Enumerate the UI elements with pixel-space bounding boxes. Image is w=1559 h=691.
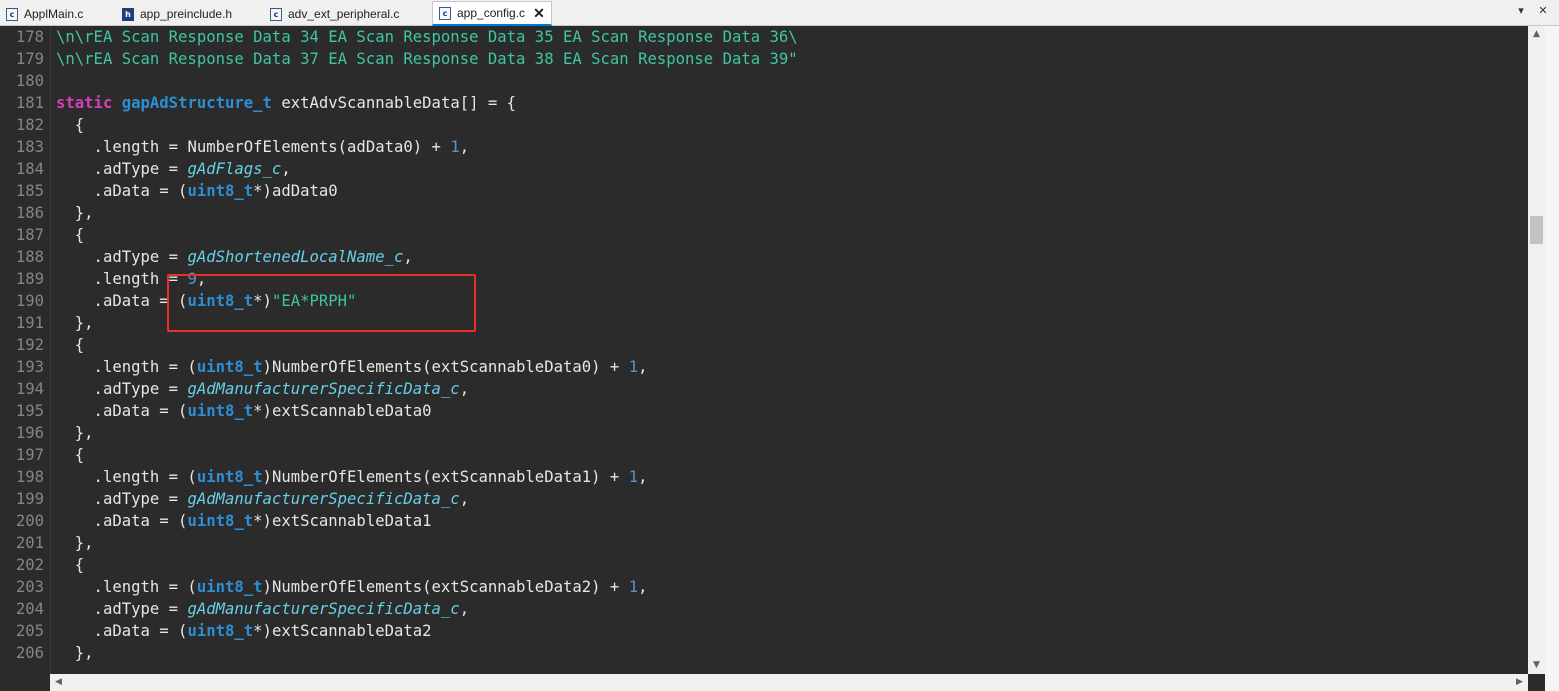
line-number: 200 xyxy=(15,512,44,530)
right-margin-strip xyxy=(1545,26,1559,691)
code-line-184: .adType = gAdFlags_c, xyxy=(56,160,291,178)
tab-list-dropdown-icon[interactable]: ▾ xyxy=(1514,4,1528,17)
line-number: 185 xyxy=(15,182,44,200)
code-line-192: { xyxy=(56,336,85,354)
tab-label: ApplMain.c xyxy=(24,7,84,21)
close-tab-icon[interactable]: ✕ xyxy=(533,5,545,22)
scrollbar-thumb[interactable] xyxy=(1530,216,1543,244)
line-number: 180 xyxy=(15,72,44,90)
code-line-202: { xyxy=(56,556,85,574)
code-editor[interactable]: 178 179 180 181 182 183 184 185 186 187 … xyxy=(0,26,1528,674)
line-number: 197 xyxy=(15,446,44,464)
code-line-199: .adType = gAdManufacturerSpecificData_c, xyxy=(56,490,470,508)
line-number: 191 xyxy=(15,314,44,332)
code-line-182: { xyxy=(56,116,85,134)
scroll-up-icon[interactable]: ▲ xyxy=(1528,26,1545,43)
code-line-201: }, xyxy=(56,534,94,552)
line-number: 196 xyxy=(15,424,44,442)
gutter-divider xyxy=(50,26,51,674)
code-line-204: .adType = gAdManufacturerSpecificData_c, xyxy=(56,600,470,618)
code-line-194: .adType = gAdManufacturerSpecificData_c, xyxy=(56,380,470,398)
code-line-203: .length = (uint8_t)NumberOfElements(extS… xyxy=(56,578,648,596)
vertical-scrollbar[interactable]: ▲ ▼ xyxy=(1528,26,1545,674)
scroll-left-icon[interactable]: ◀ xyxy=(50,674,67,691)
code-line-205: .aData = (uint8_t*)extScannableData2 xyxy=(56,622,432,640)
code-line-178: \n\rEA Scan Response Data 34 EA Scan Res… xyxy=(56,28,798,46)
close-editor-icon[interactable]: ✕ xyxy=(1536,4,1550,17)
h-file-icon: h xyxy=(122,7,134,21)
line-number: 199 xyxy=(15,490,44,508)
line-number: 194 xyxy=(15,380,44,398)
code-line-200: .aData = (uint8_t*)extScannableData1 xyxy=(56,512,432,530)
c-file-icon: c xyxy=(6,7,18,21)
red-highlight-annotation xyxy=(167,274,476,332)
line-number: 204 xyxy=(15,600,44,618)
code-line-186: }, xyxy=(56,204,94,222)
line-number: 198 xyxy=(15,468,44,486)
tab-applmain-c[interactable]: c ApplMain.c xyxy=(6,2,83,26)
c-file-icon: c xyxy=(270,7,282,21)
horizontal-scrollbar[interactable]: ◀ ▶ xyxy=(50,674,1528,691)
tab-app-config-c[interactable]: c app_config.c ✕ xyxy=(432,1,552,26)
line-number: 202 xyxy=(15,556,44,574)
code-line-179: \n\rEA Scan Response Data 37 EA Scan Res… xyxy=(56,50,798,68)
line-number: 183 xyxy=(15,138,44,156)
code-line-193: .length = (uint8_t)NumberOfElements(extS… xyxy=(56,358,648,376)
code-line-197: { xyxy=(56,446,85,464)
line-number: 195 xyxy=(15,402,44,420)
code-line-187: { xyxy=(56,226,85,244)
line-number: 186 xyxy=(15,204,44,222)
line-number: 184 xyxy=(15,160,44,178)
line-number: 201 xyxy=(15,534,44,552)
code-line-196: }, xyxy=(56,424,94,442)
line-number: 179 xyxy=(15,50,44,68)
line-number: 189 xyxy=(15,270,44,288)
code-line-206: }, xyxy=(56,644,94,662)
line-number-gutter: 178 179 180 181 182 183 184 185 186 187 … xyxy=(0,26,50,674)
c-file-icon: c xyxy=(439,6,451,20)
line-number: 193 xyxy=(15,358,44,376)
line-number: 190 xyxy=(15,292,44,310)
gutter-corner xyxy=(0,674,50,691)
code-line-185: .aData = (uint8_t*)adData0 xyxy=(56,182,338,200)
scroll-right-icon[interactable]: ▶ xyxy=(1511,674,1528,691)
tab-label: adv_ext_peripheral.c xyxy=(288,7,400,21)
code-line-181: static gapAdStructure_t extAdvScannableD… xyxy=(56,94,517,112)
editor-tab-bar: c ApplMain.c h app_preinclude.h c adv_ex… xyxy=(0,0,1559,26)
line-number: 192 xyxy=(15,336,44,354)
code-line-188: .adType = gAdShortenedLocalName_c, xyxy=(56,248,413,266)
scroll-down-icon[interactable]: ▼ xyxy=(1528,657,1545,674)
tab-adv-ext-peripheral-c[interactable]: c adv_ext_peripheral.c xyxy=(270,2,399,26)
line-number: 178 xyxy=(15,28,44,46)
line-number: 187 xyxy=(15,226,44,244)
code-line-191: }, xyxy=(56,314,94,332)
code-line-183: .length = NumberOfElements(adData0) + 1, xyxy=(56,138,470,156)
tab-app-preinclude-h[interactable]: h app_preinclude.h xyxy=(122,2,232,26)
tab-label: app_config.c xyxy=(457,6,526,20)
tab-label: app_preinclude.h xyxy=(140,7,233,21)
line-number: 206 xyxy=(15,644,44,662)
line-number: 188 xyxy=(15,248,44,266)
line-number: 205 xyxy=(15,622,44,640)
line-number: 203 xyxy=(15,578,44,596)
code-line-195: .aData = (uint8_t*)extScannableData0 xyxy=(56,402,432,420)
code-line-198: .length = (uint8_t)NumberOfElements(extS… xyxy=(56,468,648,486)
line-number: 181 xyxy=(15,94,44,112)
line-number: 182 xyxy=(15,116,44,134)
